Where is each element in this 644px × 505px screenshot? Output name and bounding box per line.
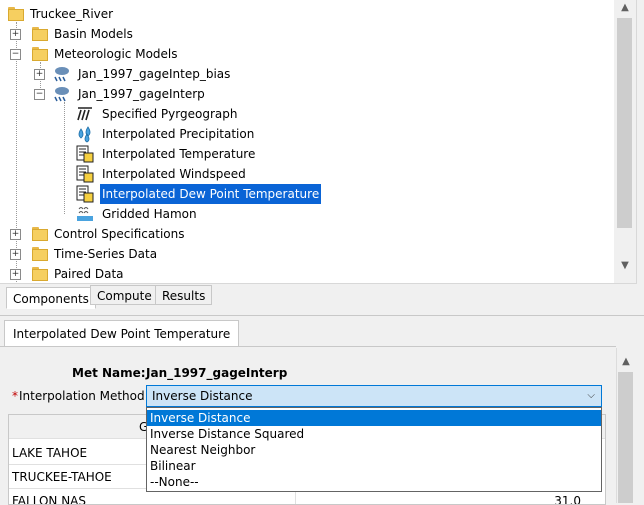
- tree-item-gridded-hamon[interactable]: Gridded Hamon: [76, 204, 376, 224]
- gage-table-icon: [76, 165, 94, 183]
- panel-scrollbar-thumb[interactable]: [618, 372, 633, 503]
- option-bilinear[interactable]: Bilinear: [147, 458, 601, 474]
- folder-icon: [32, 46, 48, 62]
- select-value: Inverse Distance: [152, 389, 253, 403]
- folder-icon: [8, 6, 24, 22]
- tree-item-control-specifications[interactable]: + Control Specifications: [10, 224, 310, 244]
- expand-icon[interactable]: +: [10, 249, 21, 260]
- tree-item-interpolated-windspeed[interactable]: Interpolated Windspeed: [76, 164, 376, 184]
- tree-item-label: Jan_1997_gageInterp: [78, 87, 205, 101]
- tree-item-root[interactable]: Truckee_River: [8, 4, 308, 24]
- tree-item-label: Paired Data: [54, 267, 124, 281]
- expand-icon[interactable]: +: [10, 269, 21, 280]
- met-model-icon: [54, 87, 69, 102]
- tree-item-paired-data[interactable]: + Paired Data: [10, 264, 310, 283]
- tree-item-met-model-bias[interactable]: + Jan_1997_gageIntep_bias: [34, 64, 334, 84]
- tree-item-label: Meteorologic Models: [54, 47, 178, 61]
- gage-table-icon: [76, 185, 94, 203]
- tree-item-label: Interpolated Temperature: [102, 147, 256, 161]
- expand-icon[interactable]: +: [10, 229, 21, 240]
- tree-item-label: Gridded Hamon: [102, 207, 197, 221]
- interpolation-method-label: Interpolation Method:: [19, 389, 149, 403]
- expand-icon[interactable]: +: [10, 29, 21, 40]
- folder-icon: [32, 226, 48, 242]
- tree-item-interpolated-dew-point[interactable]: Interpolated Dew Point Temperature: [76, 184, 376, 204]
- scroll-up-icon[interactable]: ▲: [617, 0, 633, 16]
- tree-item-interpolated-precipitation[interactable]: Interpolated Precipitation: [76, 124, 376, 144]
- pane-divider[interactable]: [0, 315, 644, 316]
- folder-icon: [32, 266, 48, 282]
- folder-icon: [32, 246, 48, 262]
- tree-item-label: Interpolated Windspeed: [102, 167, 246, 181]
- tree-item-interpolated-temperature[interactable]: Interpolated Temperature: [76, 144, 376, 164]
- gage-table-icon: [76, 145, 94, 163]
- tree-item-label: Control Specifications: [54, 227, 185, 241]
- precipitation-icon: [78, 126, 91, 143]
- tree-item-time-series-data[interactable]: + Time-Series Data: [10, 244, 310, 264]
- tree-item-meteorologic-models[interactable]: − Meteorologic Models: [10, 44, 310, 64]
- tab-components[interactable]: Components: [6, 287, 96, 309]
- tree-scrollbar-thumb[interactable]: [617, 18, 632, 228]
- scroll-up-icon[interactable]: ▲: [618, 354, 634, 370]
- tree-item-label: Interpolated Precipitation: [102, 127, 255, 141]
- folder-icon: [32, 26, 48, 42]
- scroll-down-icon[interactable]: ▼: [617, 258, 633, 274]
- tree-guide: [64, 102, 65, 214]
- collapse-icon[interactable]: −: [10, 49, 21, 60]
- tree-item-label: Truckee_River: [30, 7, 114, 21]
- tree-item-basin-models[interactable]: + Basin Models: [10, 24, 310, 44]
- tree-item-label: Time-Series Data: [54, 247, 158, 261]
- chevron-down-icon[interactable]: ⌵: [587, 386, 595, 406]
- option-inverse-distance[interactable]: Inverse Distance: [147, 410, 601, 426]
- option-nearest-neighbor[interactable]: Nearest Neighbor: [147, 442, 601, 458]
- option-inverse-distance-squared[interactable]: Inverse Distance Squared: [147, 426, 601, 442]
- required-marker: *: [12, 389, 18, 403]
- interpolation-method-select[interactable]: Inverse Distance ⌵: [146, 385, 602, 407]
- component-tree[interactable]: Truckee_River + Basin Models − Meteorolo…: [0, 0, 637, 284]
- tab-results[interactable]: Results: [155, 285, 213, 305]
- tab-compute[interactable]: Compute: [90, 285, 159, 305]
- tree-item-label: Jan_1997_gageIntep_bias: [78, 67, 231, 81]
- interpolation-method-dropdown[interactable]: Inverse Distance Inverse Distance Square…: [146, 407, 602, 492]
- collapse-icon[interactable]: −: [34, 89, 45, 100]
- met-name-value: Jan_1997_gageInterp: [146, 366, 288, 380]
- hamon-icon: [77, 207, 93, 221]
- option-none[interactable]: --None--: [147, 474, 601, 490]
- met-name-label: Met Name:: [72, 366, 146, 380]
- tab-interpolated-dew-point[interactable]: Interpolated Dew Point Temperature: [4, 320, 240, 346]
- tree-item-label: Interpolated Dew Point Temperature: [100, 184, 322, 204]
- met-model-icon: [54, 67, 69, 82]
- tree-item-label: Basin Models: [54, 27, 133, 41]
- expand-icon[interactable]: +: [34, 69, 45, 80]
- tree-item-specified-pyrgeograph[interactable]: Specified Pyrgeograph: [76, 104, 376, 124]
- tree-item-label: Specified Pyrgeograph: [102, 107, 238, 121]
- pyrgeograph-icon: [77, 107, 92, 121]
- tree-item-met-model-gageinterp[interactable]: − Jan_1997_gageInterp: [34, 84, 334, 104]
